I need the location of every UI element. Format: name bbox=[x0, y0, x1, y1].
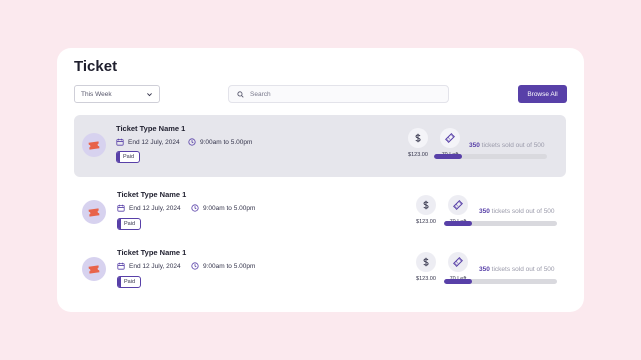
ticket-name: Ticket Type Name 1 bbox=[117, 248, 187, 257]
clock-icon bbox=[191, 204, 199, 212]
tickets-sold-text: 350 tickets sold out of 500 bbox=[479, 208, 555, 215]
browse-all-button[interactable]: Browse All bbox=[518, 85, 567, 103]
tickets-sold-text: 350 tickets sold out of 500 bbox=[479, 266, 555, 273]
dollar-icon bbox=[415, 133, 421, 143]
sold-progress-bar bbox=[444, 279, 557, 284]
ticket-price: $123.00 bbox=[416, 276, 436, 282]
calendar-icon bbox=[117, 204, 125, 212]
dollar-icon bbox=[423, 257, 429, 267]
end-date-text: End 12 July, 2024 bbox=[129, 262, 181, 270]
chevron-down-icon bbox=[147, 92, 152, 96]
ticket-stub-icon bbox=[453, 200, 463, 210]
dollar-icon bbox=[423, 200, 429, 210]
sold-progress-bar bbox=[444, 221, 557, 226]
ticket-avatar bbox=[82, 257, 106, 281]
ticket-avatar bbox=[82, 133, 106, 157]
time-text: 9:00am to 5.00pm bbox=[203, 262, 256, 270]
tickets-left-icon-wrap bbox=[448, 252, 468, 272]
ticket-row[interactable]: Ticket Type Name 1 End 12 July, 2024 9:0… bbox=[74, 115, 566, 177]
sold-count: 350 bbox=[479, 208, 490, 215]
sold-suffix: tickets sold out of 500 bbox=[491, 208, 555, 215]
ticket-avatar bbox=[82, 200, 106, 224]
ticket-time: 9:00am to 5.00pm bbox=[191, 204, 255, 212]
end-date-text: End 12 July, 2024 bbox=[128, 138, 180, 146]
ticket-name: Ticket Type Name 1 bbox=[117, 190, 187, 199]
page-title: Ticket bbox=[74, 58, 118, 75]
search-input[interactable]: Search bbox=[228, 85, 449, 103]
ticket-time: 9:00am to 5.00pm bbox=[188, 138, 252, 146]
ticket-icon bbox=[88, 207, 100, 217]
calendar-icon bbox=[116, 138, 124, 146]
ticket-end-date: End 12 July, 2024 bbox=[117, 262, 181, 270]
ticket-row[interactable]: Ticket Type Name 1 End 12 July, 2024 9:0… bbox=[74, 182, 574, 244]
clock-icon bbox=[191, 262, 199, 270]
ticket-name: Ticket Type Name 1 bbox=[116, 124, 186, 133]
period-select[interactable]: This Week bbox=[74, 85, 160, 103]
sold-count: 350 bbox=[469, 142, 480, 149]
clock-icon bbox=[188, 138, 196, 146]
price-icon-wrap bbox=[416, 252, 436, 272]
ticket-time: 9:00am to 5.00pm bbox=[191, 262, 255, 270]
ticket-end-date: End 12 July, 2024 bbox=[116, 138, 180, 146]
sold-count: 350 bbox=[479, 266, 490, 273]
status-badge: Paid bbox=[117, 276, 141, 288]
status-badge: Paid bbox=[116, 151, 140, 163]
time-text: 9:00am to 5.00pm bbox=[203, 204, 256, 212]
price-icon-wrap bbox=[408, 128, 428, 148]
status-badge: Paid bbox=[117, 218, 141, 230]
end-date-text: End 12 July, 2024 bbox=[129, 204, 181, 212]
sold-progress-bar bbox=[434, 154, 547, 159]
ticket-stub-icon bbox=[445, 133, 455, 143]
tickets-sold-text: 350 tickets sold out of 500 bbox=[469, 142, 545, 149]
tickets-left-icon-wrap bbox=[440, 128, 460, 148]
ticket-price: $123.00 bbox=[416, 219, 436, 225]
sold-suffix: tickets sold out of 500 bbox=[491, 266, 555, 273]
period-select-value: This Week bbox=[81, 90, 112, 98]
ticket-card: Ticket This Week Search Browse All Ticke… bbox=[57, 48, 584, 312]
calendar-icon bbox=[117, 262, 125, 270]
sold-progress-fill bbox=[444, 279, 473, 284]
ticket-icon bbox=[88, 140, 100, 150]
ticket-price: $123.00 bbox=[408, 152, 428, 158]
ticket-end-date: End 12 July, 2024 bbox=[117, 204, 181, 212]
ticket-row[interactable]: Ticket Type Name 1 End 12 July, 2024 9:0… bbox=[74, 240, 574, 302]
sold-progress-fill bbox=[444, 221, 473, 226]
search-placeholder: Search bbox=[250, 90, 271, 98]
tickets-left-icon-wrap bbox=[448, 195, 468, 215]
ticket-stub-icon bbox=[453, 257, 463, 267]
search-icon bbox=[237, 90, 244, 98]
sold-progress-fill bbox=[434, 154, 463, 159]
ticket-icon bbox=[88, 264, 100, 274]
sold-suffix: tickets sold out of 500 bbox=[481, 142, 545, 149]
price-icon-wrap bbox=[416, 195, 436, 215]
time-text: 9:00am to 5.00pm bbox=[200, 138, 253, 146]
